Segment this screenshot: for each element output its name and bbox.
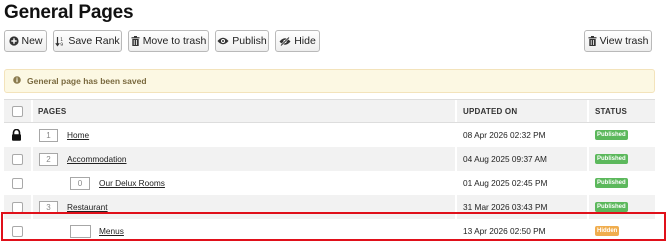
new-button-label: New (21, 35, 43, 47)
row-checkbox[interactable] (12, 177, 23, 189)
updated-on-value: 04 Aug 2025 09:37 AM (463, 154, 547, 164)
updated-on-column-header[interactable]: UPDATED ON (463, 100, 517, 122)
table-row: 1 Home 08 Apr 2026 02:32 PM Published (4, 123, 655, 147)
page-link[interactable]: Our Delux Rooms (99, 178, 165, 188)
svg-text:9: 9 (61, 42, 64, 47)
trash-icon (131, 36, 140, 46)
alert-message: General page has been saved (27, 76, 147, 86)
page-link[interactable]: Accommodation (67, 154, 127, 164)
select-all-checkbox-cell (12, 100, 23, 122)
plus-circle-icon (8, 36, 19, 46)
save-rank-button-label: Save Rank (68, 35, 120, 47)
trash-icon (588, 36, 597, 46)
row-checkbox[interactable] (12, 201, 23, 213)
updated-on-value: 01 Aug 2025 02:45 PM (463, 178, 548, 188)
row-checkbox[interactable] (12, 153, 23, 165)
table-row: 2 Accommodation 04 Aug 2025 09:37 AM Pub… (4, 147, 655, 171)
table-header-row: PAGES UPDATED ON STATUS (4, 99, 655, 123)
status-badge: Published (595, 178, 628, 188)
rank-input[interactable]: 1 (39, 128, 58, 142)
hide-button-label: Hide (294, 35, 316, 47)
success-alert: General page has been saved (4, 69, 655, 93)
eye-icon (217, 37, 229, 45)
status-badge: Published (595, 154, 628, 164)
lock-icon (11, 123, 22, 147)
move-to-trash-button[interactable]: Move to trash (128, 30, 209, 52)
rank-input[interactable]: 2 (39, 152, 58, 166)
select-all-checkbox[interactable] (12, 105, 23, 117)
toolbar: New 19 Save Rank Move to trash Publish H… (0, 30, 670, 52)
status-badge: Published (595, 202, 628, 212)
new-button[interactable]: New (4, 30, 47, 52)
publish-button[interactable]: Publish (215, 30, 269, 52)
sort-icon: 19 (55, 36, 65, 47)
move-to-trash-button-label: Move to trash (142, 35, 207, 47)
updated-on-value: 08 Apr 2026 02:32 PM (463, 130, 546, 140)
view-trash-button[interactable]: View trash (584, 30, 652, 52)
row-highlight-box (1, 212, 666, 241)
rank-input[interactable]: 0 (70, 176, 90, 190)
eye-slash-icon (279, 36, 291, 46)
publish-button-label: Publish (232, 35, 267, 47)
status-column-header[interactable]: STATUS (595, 100, 627, 122)
view-trash-button-label: View trash (599, 35, 649, 47)
page-title: General Pages (4, 2, 134, 23)
page-link[interactable]: Home (67, 130, 89, 140)
hide-button[interactable]: Hide (275, 30, 320, 52)
save-rank-button[interactable]: 19 Save Rank (53, 30, 122, 52)
pages-column-header[interactable]: PAGES (38, 100, 66, 122)
table-row: 0 Our Delux Rooms 01 Aug 2025 02:45 PM P… (4, 171, 655, 195)
info-circle-icon (13, 76, 21, 86)
status-badge: Published (595, 130, 628, 140)
page-link[interactable]: Restaurant (67, 202, 108, 212)
